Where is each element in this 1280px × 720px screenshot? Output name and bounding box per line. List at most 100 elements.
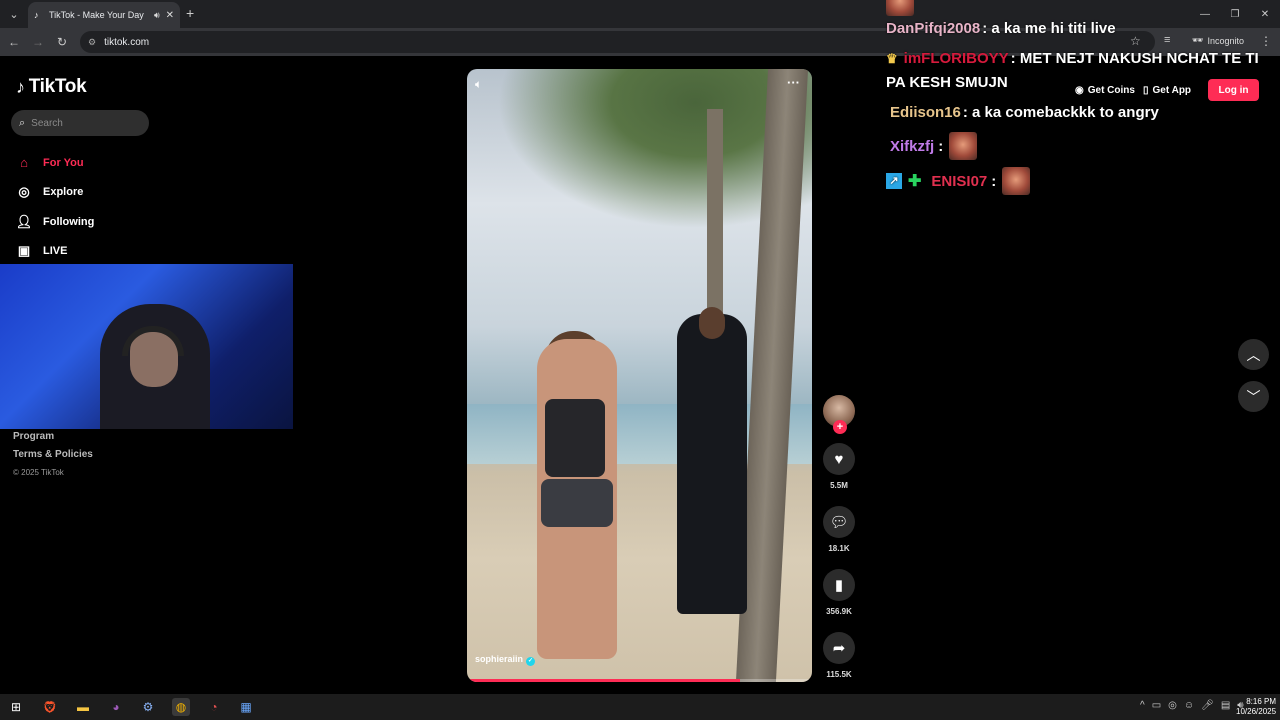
video-player[interactable]: 🔈︎ ··· sophieraiin ✓ — [467, 69, 812, 682]
search-input[interactable] — [31, 117, 132, 129]
file-explorer-icon[interactable]: ▬ — [74, 698, 92, 716]
bookmark-icon[interactable]: ▮ — [823, 569, 855, 601]
app-icon[interactable]: ◕ — [107, 698, 125, 716]
phone-icon: ▯ — [1143, 84, 1149, 96]
reload-icon[interactable]: ↻ — [54, 34, 70, 50]
sidebar-item-for-you[interactable]: ⌂ For You — [15, 148, 94, 178]
steam-tray-icon[interactable]: ◎ — [1168, 700, 1177, 711]
sidebar-item-label: Explore — [43, 186, 84, 199]
comment-action: 💬︎ 18.1K — [822, 506, 856, 553]
video-woman-top — [545, 399, 605, 477]
discord-tray-icon[interactable]: ☺ — [1184, 700, 1194, 711]
previous-video-button[interactable]: ︿ — [1238, 339, 1269, 370]
incognito-icon: 🕶︎ — [1192, 35, 1204, 45]
incognito-indicator[interactable]: 🕶︎ Incognito — [1192, 35, 1244, 46]
home-icon: ⌂ — [20, 155, 28, 171]
windows-start-icon[interactable]: ⊞ — [7, 698, 25, 716]
back-icon[interactable]: ← — [6, 34, 22, 50]
chat-username: Xifkzfj — [890, 137, 935, 155]
chat-message: : — [991, 172, 997, 190]
logo-text: TikTok — [28, 76, 87, 97]
chat-line: Xifkzfj: — [886, 132, 978, 160]
get-coins-label: Get Coins — [1087, 84, 1135, 96]
chat-line-partial — [886, 0, 914, 16]
incognito-label: Incognito — [1207, 35, 1244, 46]
video-author[interactable]: sophieraiin ✓ — [475, 654, 536, 666]
chat-message: : a ka comebackkk to angry — [962, 104, 1159, 121]
share-action: ➦ 115.5K — [822, 632, 856, 679]
battery-icon[interactable]: ▤ — [1221, 700, 1230, 711]
video-man — [677, 314, 747, 614]
calculator-icon[interactable]: ▦ — [237, 698, 255, 716]
terms-link[interactable]: Terms & Policies — [13, 448, 93, 466]
login-button[interactable]: Log in — [1208, 79, 1259, 101]
following-icon: 👤︎ — [15, 213, 33, 229]
chat-username: Ediison16 — [890, 104, 961, 121]
sidebar-nav: ⌂ For You ◎ Explore 👤︎ Following ▣ LIVE — [15, 148, 95, 267]
tab-audio-icon[interactable]: 🔊︎ — [154, 10, 160, 21]
more-options-icon[interactable]: ··· — [787, 75, 800, 90]
sidebar-item-explore[interactable]: ◎ Explore — [15, 178, 94, 208]
live-icon: ▣ — [17, 243, 31, 259]
creator-avatar[interactable]: + — [823, 395, 855, 434]
tab-search-icon[interactable]: ⌄ — [4, 4, 24, 24]
save-count: 356.9K — [826, 607, 852, 616]
url-text: tiktok.com — [104, 36, 150, 48]
get-app-label: Get App — [1152, 84, 1192, 96]
chat-line: ♛ imFLORIBOYY: MET NEJT NAKUSH NCHAT TE … — [886, 50, 1259, 67]
clock-date: 10/26/2025 — [1236, 707, 1277, 716]
volume-icon[interactable]: 🔈︎ — [475, 77, 482, 92]
chat-line-continued: PA KESH SMUJN — [886, 74, 1008, 91]
tiktok-logo[interactable]: ♪ TikTok — [16, 76, 87, 98]
chat-line: Ediison16: a ka comebackkk to angry — [886, 104, 1159, 121]
program-link[interactable]: Program — [13, 430, 93, 448]
get-app-button[interactable]: ▯ Get App — [1143, 80, 1191, 100]
tiktok-favicon-icon: ♪ — [34, 10, 39, 20]
search-icon: ⌕ — [19, 116, 26, 129]
minimize-icon[interactable]: — — [1190, 0, 1220, 28]
compass-icon: ◎ — [18, 184, 30, 200]
new-tab-button[interactable]: + — [186, 5, 194, 21]
taskbar-clock[interactable]: 8:16 PM 10/26/2025 — [1236, 697, 1276, 717]
comment-count: 18.1K — [828, 544, 850, 553]
share-icon[interactable]: ➦ — [823, 632, 855, 664]
copyright: © 2025 TikTok — [13, 468, 64, 477]
sidebar-item-following[interactable]: 👤︎ Following — [15, 207, 95, 237]
tab-title: TikTok - Make Your Day — [49, 10, 144, 20]
video-man-head — [699, 307, 725, 339]
next-video-button[interactable]: ﹀ — [1238, 381, 1269, 412]
video-username: sophieraiin — [475, 654, 524, 664]
system-tray: ^ ▭ ◎ ☺ 🎤︎ ▤ 🔊︎ — [1140, 700, 1244, 711]
chevron-down-icon: ﹀ — [1246, 388, 1261, 405]
site-info-icon[interactable]: ⚙ — [88, 37, 96, 48]
follow-plus-icon[interactable]: + — [833, 420, 847, 434]
like-count: 5.5M — [830, 481, 848, 490]
chrome-icon[interactable]: ◍ — [172, 698, 190, 716]
mic-icon[interactable]: 🎤︎ — [1201, 700, 1214, 711]
forward-icon[interactable]: → — [30, 34, 46, 50]
tab-close-icon[interactable]: ✕ — [166, 10, 174, 21]
media-controls-icon[interactable]: ≡ — [1164, 34, 1170, 46]
video-progress-fill — [467, 679, 740, 682]
browser-tab[interactable]: ♪ TikTok - Make Your Day 🔊︎ ✕ — [28, 2, 180, 28]
emote-icon — [949, 132, 978, 160]
sidebar-item-live[interactable]: ▣ LIVE — [15, 237, 94, 267]
browser-menu-icon[interactable]: ⋮ — [1260, 34, 1272, 48]
windows-taskbar: ⊞ 🦁︎ ▬ ◕ ⚙ ◍ ◔ ▦ ^ ▭ ◎ ☺ 🎤︎ ▤ 🔊︎ 8:16 PM… — [0, 694, 1280, 720]
brave-icon[interactable]: 🦁︎ — [41, 698, 59, 716]
steam-icon[interactable]: ⚙ — [139, 698, 157, 716]
bookmark-star-icon[interactable]: ☆ — [1130, 34, 1141, 48]
sidebar-item-label: Following — [43, 215, 95, 228]
tray-chevron-icon[interactable]: ^ — [1140, 700, 1145, 711]
chat-line: ↗ ✚ ENISI07: — [886, 167, 1031, 195]
recorder-icon[interactable]: ◔ — [205, 698, 223, 716]
get-coins-button[interactable]: ◉ Get Coins — [1075, 80, 1135, 100]
window-close-icon[interactable]: ✕ — [1250, 0, 1280, 28]
search-box[interactable]: ⌕ — [11, 110, 149, 136]
crown-icon: ♛ — [886, 50, 898, 66]
comment-icon[interactable]: 💬︎ — [823, 506, 855, 538]
restore-icon[interactable]: ❐ — [1220, 0, 1250, 28]
heart-icon[interactable]: ♥ — [823, 443, 855, 475]
chevron-up-icon: ︿ — [1246, 346, 1261, 363]
network-icon[interactable]: ▭ — [1152, 700, 1161, 711]
